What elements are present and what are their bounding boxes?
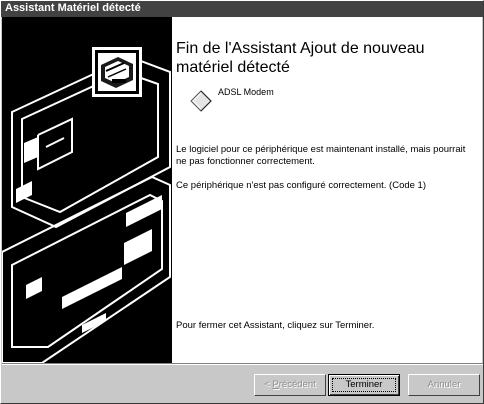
error-message: Ce périphérique n'est pas configuré corr… xyxy=(176,180,427,191)
back-button-label: < Précédent xyxy=(264,379,316,390)
hardware-computer-graphic xyxy=(2,17,172,363)
wizard-content: Fin de l'Assistant Ajout de nouveau maté… xyxy=(172,17,482,363)
device-name: ADSL Modem xyxy=(218,87,274,97)
title-bar[interactable]: Assistant Matériel détecté xyxy=(1,1,483,17)
window-title: Assistant Matériel détecté xyxy=(5,2,141,14)
cancel-button-label: Annuler xyxy=(427,379,461,390)
footer-separator xyxy=(2,363,483,365)
finish-button[interactable]: Terminer xyxy=(328,374,400,396)
cancel-button[interactable]: Annuler xyxy=(408,374,480,396)
status-message: Le logiciel pour ce périphérique est mai… xyxy=(176,144,466,167)
diamond-device-icon xyxy=(190,90,212,112)
close-instruction: Pour fermer cet Assistant, cliquez sur T… xyxy=(176,320,375,331)
hardware-card-icon xyxy=(92,47,142,97)
finish-button-label: Terminer xyxy=(345,379,383,390)
wizard-heading: Fin de l'Assistant Ajout de nouveau maté… xyxy=(176,40,425,76)
wizard-side-panel xyxy=(2,17,172,363)
wizard-window: Assistant Matériel détecté Fin de l'Assi… xyxy=(0,0,484,404)
back-button-rest: récédent xyxy=(278,379,316,390)
back-button[interactable]: < Précédent xyxy=(254,374,326,396)
